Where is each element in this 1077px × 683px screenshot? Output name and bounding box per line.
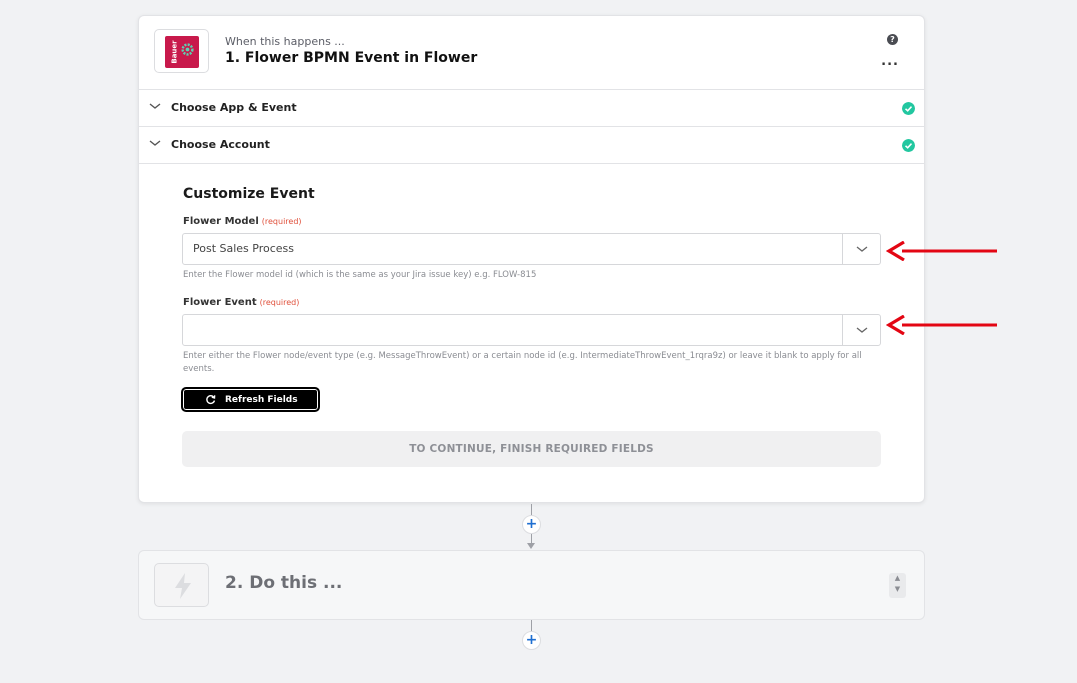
field-label-text: Flower Event xyxy=(183,297,257,308)
required-tag: (required) xyxy=(261,217,302,226)
trigger-step-card: Bauer When this happens ... 1. Flower BP… xyxy=(138,15,925,503)
lightning-bolt-icon xyxy=(175,573,191,599)
dropdown-toggle[interactable] xyxy=(842,315,880,345)
app-icon: Bauer xyxy=(154,29,209,73)
chevron-down-icon xyxy=(149,103,161,109)
section-choose-app-event[interactable]: Choose App & Event xyxy=(139,90,924,127)
refresh-icon xyxy=(206,395,216,405)
flower-model-help: Enter the Flower model id (which is the … xyxy=(183,270,537,280)
check-circle-icon xyxy=(902,102,915,115)
flower-event-select[interactable] xyxy=(182,314,881,346)
flower-event-label: Flower Event (required) xyxy=(183,297,299,308)
bauer-logo-text: Bauer xyxy=(170,40,179,64)
select-value: Post Sales Process xyxy=(193,242,295,255)
section-label: Choose App & Event xyxy=(171,101,297,114)
stepper-down-icon[interactable]: ▼ xyxy=(889,584,906,595)
arrow-down-icon xyxy=(527,543,535,549)
more-options-icon[interactable]: ... xyxy=(881,54,899,69)
continue-button[interactable]: TO CONTINUE, FINISH REQUIRED FIELDS xyxy=(182,431,881,467)
help-icon[interactable]: ? xyxy=(887,34,898,45)
add-step-button[interactable]: + xyxy=(522,515,541,534)
stepper-up-icon[interactable]: ▲ xyxy=(889,573,906,584)
action-app-icon xyxy=(154,563,209,607)
action-step-title: 2. Do this ... xyxy=(225,573,343,593)
required-tag: (required) xyxy=(259,298,300,307)
chevron-down-icon xyxy=(149,140,161,146)
refresh-fields-button[interactable]: Refresh Fields xyxy=(181,387,320,412)
bauer-logo: Bauer xyxy=(165,36,199,68)
step-title: 1. Flower BPMN Event in Flower xyxy=(225,50,478,66)
chevron-down-icon xyxy=(856,246,868,252)
action-step-card[interactable]: 2. Do this ... ▲ ▼ xyxy=(138,550,925,620)
flower-event-help: Enter either the Flower node/event type … xyxy=(183,351,862,374)
chevron-down-icon xyxy=(856,327,868,333)
flower-model-select[interactable]: Post Sales Process xyxy=(182,233,881,265)
flower-model-label: Flower Model (required) xyxy=(183,216,302,227)
trigger-step-header[interactable]: Bauer When this happens ... 1. Flower BP… xyxy=(139,16,924,90)
field-label-text: Flower Model xyxy=(183,216,259,227)
annotation-arrow-icon xyxy=(886,241,997,261)
reorder-stepper[interactable]: ▲ ▼ xyxy=(889,573,906,598)
customize-event-title: Customize Event xyxy=(183,186,315,202)
step-subtitle: When this happens ... xyxy=(225,35,345,48)
dropdown-toggle[interactable] xyxy=(842,234,880,264)
gear-icon xyxy=(181,43,194,56)
section-choose-account[interactable]: Choose Account xyxy=(139,127,924,164)
section-label: Choose Account xyxy=(171,138,270,151)
add-step-button[interactable]: + xyxy=(522,631,541,650)
annotation-arrow-icon xyxy=(886,315,997,335)
refresh-fields-label: Refresh Fields xyxy=(225,395,298,405)
check-circle-icon xyxy=(902,139,915,152)
